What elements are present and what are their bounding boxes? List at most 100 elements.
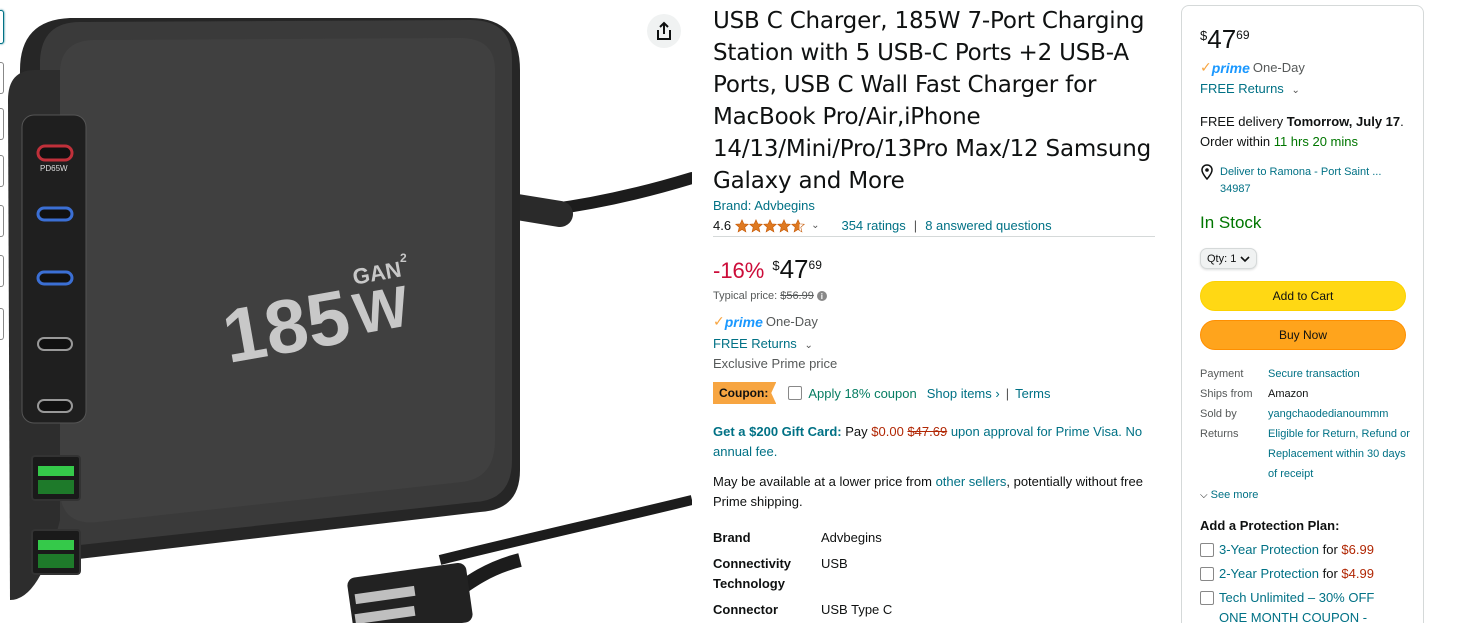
- price-currency: $: [1200, 28, 1208, 43]
- protection-label[interactable]: 2-Year Protection: [1219, 566, 1319, 581]
- gift-card-offer[interactable]: Get a $200 Gift Card: Pay $0.00 $47.69 u…: [713, 422, 1153, 462]
- coupon-apply-label[interactable]: Apply 18% coupon: [808, 386, 916, 401]
- exclusive-prime-price: Exclusive Prime price: [713, 356, 838, 371]
- product-image[interactable]: PD65W 185 W GAN 2: [0, 0, 692, 623]
- protection-label[interactable]: Tech Unlimited – 30% OFF ONE MONTH COUPO…: [1219, 588, 1404, 623]
- brand-link[interactable]: Brand: Advbegins: [713, 198, 815, 213]
- terms-link[interactable]: Terms: [1015, 386, 1050, 401]
- usbc-port-1: [37, 337, 73, 351]
- answered-questions-link[interactable]: 8 answered questions: [925, 218, 1051, 233]
- add-to-cart-button[interactable]: Add to Cart: [1200, 281, 1406, 311]
- protection-price: $6.99: [1341, 542, 1374, 557]
- lower-price-pre: May be available at a lower price from: [713, 474, 932, 489]
- discount-percent: -16%: [713, 258, 765, 283]
- shop-items-link[interactable]: Shop items ›: [927, 386, 1000, 401]
- coupon-badge: Coupon:: [713, 382, 777, 404]
- free-returns-label: FREE Returns: [713, 336, 797, 351]
- protection-for: for: [1322, 566, 1338, 581]
- detail-key: Returns: [1200, 428, 1239, 440]
- product-image-block: PD65W 185 W GAN 2: [0, 0, 692, 623]
- star-rating-icon[interactable]: [735, 218, 806, 233]
- protection-label[interactable]: 3-Year Protection: [1219, 542, 1319, 557]
- port-label: PD65W: [40, 164, 68, 173]
- protection-option-3yr[interactable]: 3-Year Protection for $6.99: [1200, 540, 1410, 560]
- buy-box: $ 47 69 ✓ prime One-Day FREE Returns ⌄ F…: [1181, 5, 1424, 623]
- location-pin-icon: [1201, 164, 1213, 180]
- deliver-to-address: Deliver to Ramona - Port Saint ...: [1220, 166, 1382, 178]
- star-full-icon: [777, 218, 792, 233]
- delivery-info: FREE delivery Tomorrow, July 17. Order w…: [1200, 112, 1410, 152]
- free-returns-link[interactable]: FREE Returns ⌄: [1200, 81, 1300, 96]
- protection-price: $4.99: [1341, 566, 1374, 581]
- detail-key: Sold by: [1200, 408, 1237, 420]
- gift-card-amount: $0.00: [871, 424, 904, 439]
- star-full-icon: [735, 218, 750, 233]
- price-whole: 47: [779, 254, 809, 284]
- price-currency: $: [772, 258, 780, 273]
- price-whole: 47: [1207, 24, 1237, 54]
- protection-checkbox[interactable]: [1200, 567, 1214, 581]
- ratings-count-link[interactable]: 354 ratings: [841, 218, 905, 233]
- delivery-pre: FREE delivery: [1200, 114, 1284, 129]
- price-fraction: 69: [1236, 28, 1250, 42]
- product-title: USB C Charger, 185W 7-Port Charging Stat…: [713, 8, 1151, 194]
- protection-option-2yr[interactable]: 2-Year Protection for $4.99: [1200, 564, 1410, 584]
- quantity-select[interactable]: Qty: 1: [1200, 248, 1258, 269]
- detail-value[interactable]: Eligible for Return, Refund or Replaceme…: [1268, 424, 1410, 484]
- typical-price-label: Typical price:: [713, 290, 778, 302]
- see-more-label: See more: [1210, 489, 1259, 501]
- detail-value: Amazon: [1268, 388, 1309, 400]
- star-full-icon: [763, 218, 778, 233]
- info-icon[interactable]: i: [816, 291, 827, 301]
- separator: |: [913, 218, 918, 233]
- usbc-port-blue-1: [36, 206, 74, 222]
- usbc-port-red: [36, 144, 74, 162]
- other-sellers-link[interactable]: other sellers: [936, 474, 1007, 489]
- deliver-to-link[interactable]: Deliver to Ramona - Port Saint ... 34987: [1200, 164, 1410, 198]
- detail-value[interactable]: Secure transaction: [1268, 364, 1413, 384]
- chevron-down-icon[interactable]: ⌄: [811, 220, 819, 231]
- spec-key: Connector: [713, 602, 778, 617]
- prime-check-icon: ✓: [713, 313, 725, 329]
- thumbnail-1[interactable]: [0, 10, 4, 44]
- stock-status: In Stock: [1200, 213, 1262, 232]
- typical-price: Typical price: $56.99 i: [713, 290, 827, 302]
- usbc-port-blue-2: [36, 270, 74, 286]
- spec-value: USB Type C: [821, 602, 893, 617]
- separator: |: [1005, 385, 1010, 401]
- rating-row: 4.6 ⌄ 354 ratings | 8 answered questions: [713, 217, 1155, 237]
- thumbnail-3[interactable]: [0, 108, 4, 140]
- protection-checkbox[interactable]: [1200, 591, 1214, 605]
- share-icon: [657, 21, 671, 40]
- buybox-price: $ 47 69: [1200, 24, 1250, 54]
- prime-logo: prime: [1211, 59, 1250, 76]
- star-half-icon: [791, 218, 806, 233]
- thumbnail-4[interactable]: [0, 155, 4, 187]
- thumbnail-2[interactable]: [0, 62, 4, 94]
- free-returns-link[interactable]: FREE Returns ⌄: [713, 336, 813, 351]
- detail-key: Payment: [1200, 368, 1244, 380]
- share-button[interactable]: [647, 14, 681, 48]
- thumbnail-5[interactable]: [0, 205, 4, 237]
- detail-value[interactable]: yangchaodedianoummm: [1268, 404, 1413, 424]
- lower-price-note: May be available at a lower price from o…: [713, 472, 1153, 512]
- protection-checkbox[interactable]: [1200, 543, 1214, 557]
- chevron-down-icon: ⌄: [1291, 85, 1300, 96]
- thumbnail-7[interactable]: [0, 308, 4, 340]
- buy-now-button[interactable]: Buy Now: [1200, 320, 1406, 350]
- see-more-link[interactable]: ⌵ See more: [1200, 489, 1258, 501]
- coupon-checkbox[interactable]: [788, 386, 803, 400]
- protection-option-tech-unlimited[interactable]: Tech Unlimited – 30% OFF ONE MONTH COUPO…: [1200, 588, 1410, 623]
- spec-value: Advbegins: [821, 530, 882, 545]
- gift-card-title: Get a $200 Gift Card:: [713, 424, 842, 439]
- chevron-down-icon: ⌄: [804, 340, 813, 351]
- price-fraction: 69: [808, 258, 822, 272]
- thumbnail-6[interactable]: [0, 255, 4, 287]
- gift-card-pay: Pay: [845, 424, 868, 439]
- chevron-down-icon: ⌵: [1200, 490, 1208, 501]
- prime-check-icon: ✓: [1200, 59, 1212, 75]
- prime-logo: prime: [724, 313, 763, 330]
- gan-superscript: 2: [400, 251, 407, 265]
- prime-speed: One-Day: [765, 314, 818, 329]
- gift-card-old-amount: $47.69: [907, 424, 948, 439]
